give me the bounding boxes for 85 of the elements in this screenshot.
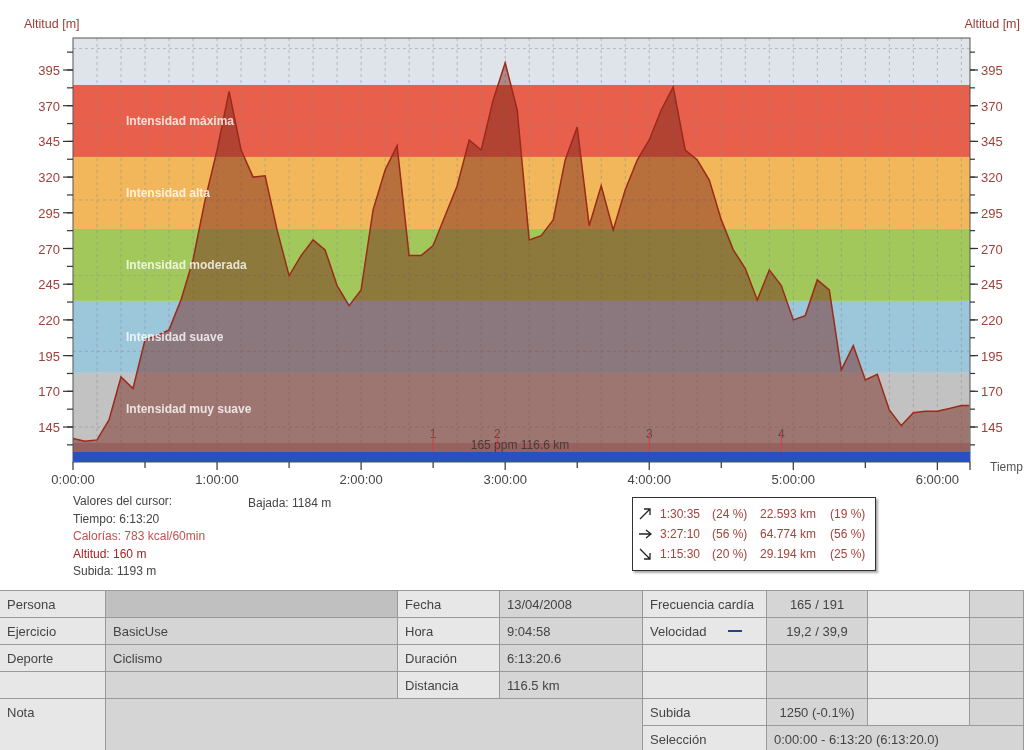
axis-label: 6:00:00 bbox=[915, 472, 960, 487]
axis-label: 1:00:00 bbox=[195, 472, 239, 487]
summary-value: 1:30:35 bbox=[660, 507, 702, 521]
table-cell bbox=[970, 699, 1024, 726]
cursor-value: Tiempo: 6:13:20 bbox=[73, 510, 161, 528]
field-value: 1250 (-0.1%) bbox=[767, 699, 868, 726]
field-label: Duración bbox=[398, 645, 500, 672]
axis-label: 245 bbox=[38, 277, 60, 293]
field-label: Hora bbox=[398, 618, 500, 645]
axis-label: 320 bbox=[981, 170, 1003, 186]
axis-label: 4:00:00 bbox=[627, 472, 671, 487]
field-label: Persona bbox=[0, 591, 106, 618]
arrow-icon bbox=[638, 527, 652, 541]
cursor-value: Subida: 1193 m bbox=[73, 563, 158, 580]
axis-label: 395 bbox=[38, 63, 60, 78]
field-value: 165 / 191 bbox=[767, 591, 868, 618]
field-value: BasicUse bbox=[106, 618, 398, 645]
arrow-icon bbox=[638, 507, 652, 521]
axis-label: 395 bbox=[981, 63, 1003, 78]
axis-label: 345 bbox=[38, 134, 60, 150]
cursor-value: Altitud: 160 m bbox=[73, 545, 148, 563]
summary-value: 64.774 km bbox=[760, 527, 818, 541]
axis-label: 270 bbox=[38, 241, 60, 257]
table-cell bbox=[970, 672, 1024, 699]
zone-label: Intensidad máxima bbox=[126, 113, 235, 128]
axis-label: 5:00:00 bbox=[771, 472, 815, 487]
field-value: 116.5 km bbox=[500, 672, 643, 699]
field-label: Selección bbox=[643, 726, 767, 750]
zone-label: Intensidad muy suave bbox=[126, 401, 252, 416]
cursor-value: Calorías: 783 kcal/60min bbox=[73, 528, 207, 545]
summary-value: (56 %) bbox=[712, 527, 749, 541]
axis-label: 295 bbox=[38, 205, 60, 221]
summary-value: (24 %) bbox=[712, 507, 749, 521]
axis-title: Altitud [m] bbox=[964, 17, 1020, 31]
axis-title: Altitud [m] bbox=[24, 17, 80, 31]
axis-label: 220 bbox=[981, 312, 1003, 328]
field-label: Frecuencia cardía bbox=[650, 597, 755, 612]
field-label: Velocidad bbox=[650, 624, 707, 639]
axis-label: 195 bbox=[38, 348, 60, 364]
field-value: 19,2 / 39,9 bbox=[767, 618, 868, 645]
summary-value: (56 %) bbox=[830, 527, 867, 541]
axis-label: 145 bbox=[981, 420, 1003, 435]
arrow-icon bbox=[638, 547, 652, 561]
field-value: Ciclismo bbox=[106, 645, 398, 672]
field-label: Ejercicio bbox=[0, 618, 106, 645]
annotation: 3 bbox=[645, 427, 653, 442]
axis-title: Tiemp bbox=[990, 460, 1023, 474]
axis-label: 145 bbox=[38, 420, 60, 435]
field-label: Fecha bbox=[398, 591, 500, 618]
summary-value: (25 %) bbox=[830, 547, 867, 561]
cursor-title: Valores del cursor: bbox=[73, 493, 174, 510]
field-value: 13/04/2008 bbox=[500, 591, 643, 618]
summary-value: (19 %) bbox=[830, 507, 867, 521]
axis-label: 320 bbox=[38, 170, 60, 186]
summary-value: (20 %) bbox=[712, 547, 749, 561]
axis-label: 0:00:00 bbox=[51, 472, 95, 487]
summary-value: 3:27:10 bbox=[660, 527, 702, 541]
field-value: 0:00:00 - 6:13:20 (6:13:20.0) bbox=[767, 726, 1024, 750]
summary-value: 1:15:30 bbox=[660, 547, 702, 561]
axis-label: 245 bbox=[981, 277, 1003, 293]
field-value: 6:13:20.6 bbox=[500, 645, 643, 672]
axis-label: 170 bbox=[38, 384, 60, 400]
table-cell bbox=[970, 645, 1024, 672]
field-label: Subida bbox=[643, 699, 767, 726]
axis-label: 220 bbox=[38, 312, 60, 328]
axis-label: 2:00:00 bbox=[339, 472, 383, 487]
cursor-value: Bajada: 1184 m bbox=[248, 496, 332, 510]
annotation: 4 bbox=[777, 427, 785, 442]
annotation: 1 bbox=[429, 427, 437, 442]
summary-value: 29.194 km bbox=[760, 547, 818, 561]
axis-label: 3:00:00 bbox=[483, 472, 527, 487]
axis-label: 345 bbox=[981, 134, 1003, 150]
field-label: Distancia bbox=[398, 672, 500, 699]
axis-label: 170 bbox=[981, 384, 1003, 400]
zone-label: Intensidad moderada bbox=[126, 257, 247, 272]
axis-label: 295 bbox=[981, 205, 1003, 221]
axis-label: 370 bbox=[981, 98, 1003, 114]
summary-value: 22.593 km bbox=[760, 507, 818, 521]
field-label: Nota bbox=[0, 699, 106, 750]
axis-label: 195 bbox=[981, 348, 1003, 364]
field-label: Deporte bbox=[0, 645, 106, 672]
field-value: 9:04:58 bbox=[500, 618, 643, 645]
axis-label: 270 bbox=[981, 241, 1003, 257]
table-cell bbox=[970, 618, 1024, 645]
axis-label: 370 bbox=[38, 98, 60, 114]
